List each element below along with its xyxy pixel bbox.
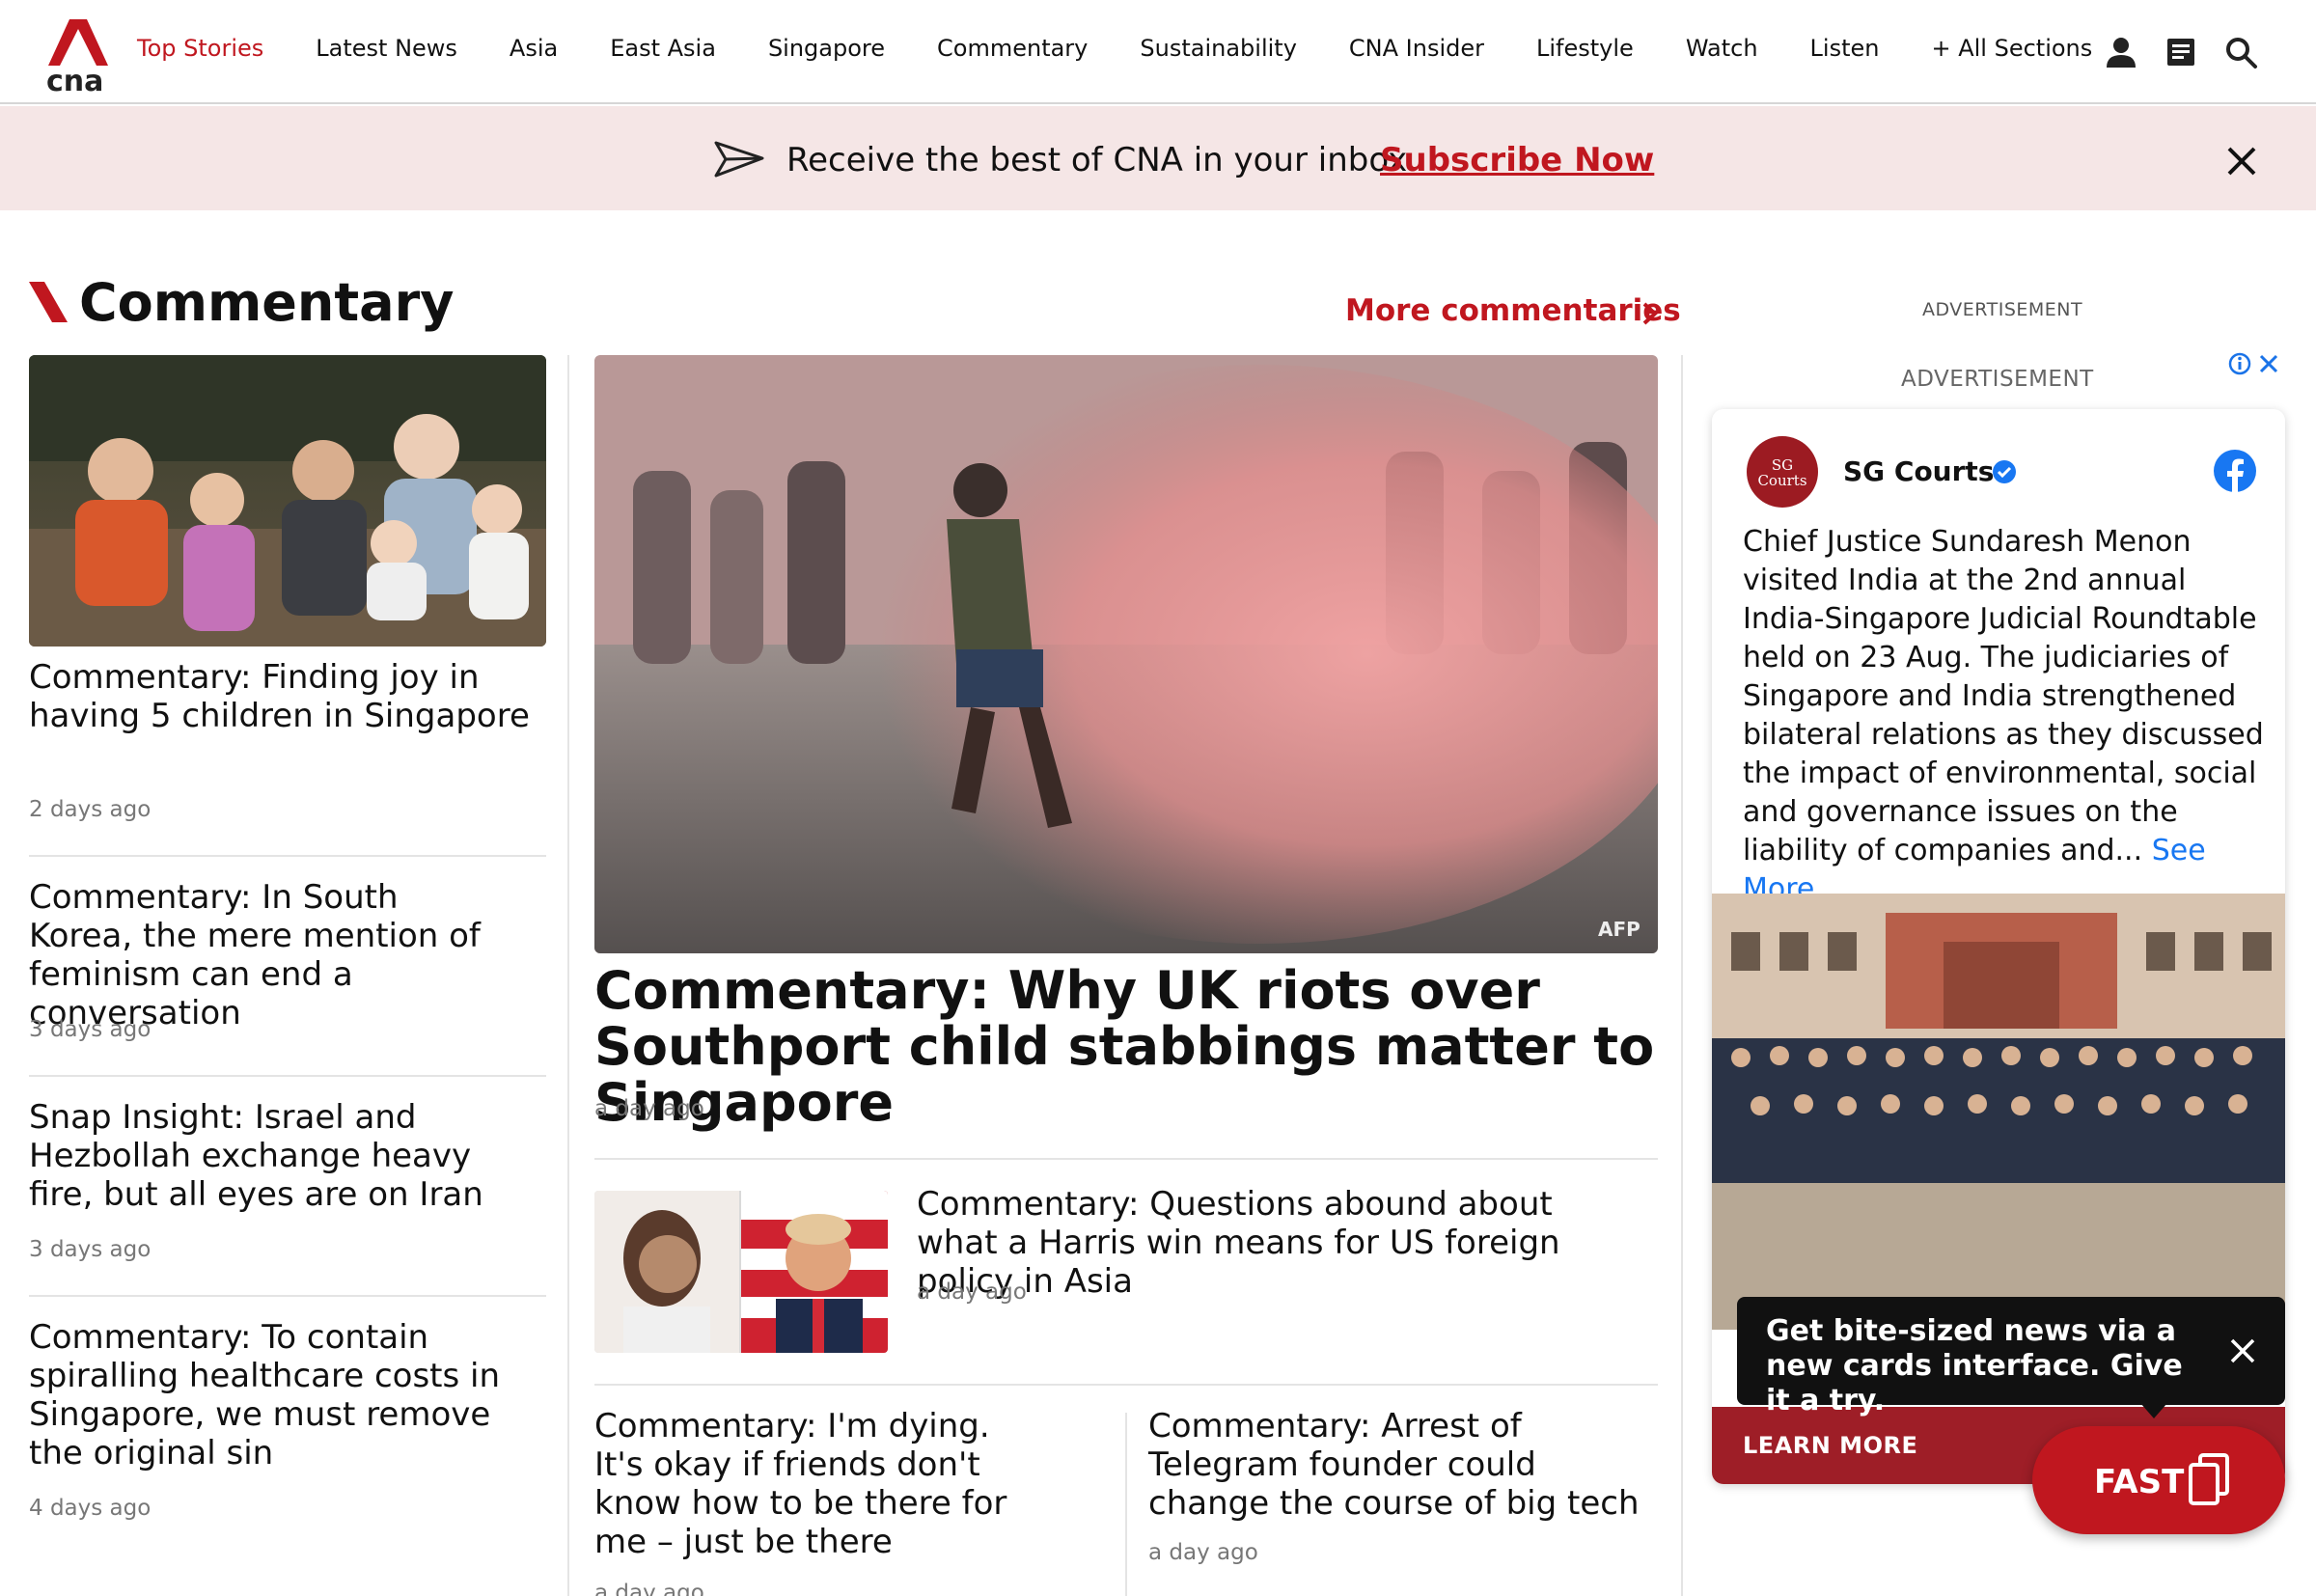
bottom-story-time-1: a day ago <box>594 1581 704 1596</box>
banner-text: Receive the best of CNA in your inbox <box>786 141 1408 179</box>
story-title-4[interactable]: Commentary: To contain spiralling health… <box>29 1318 511 1472</box>
story-time-1: 2 days ago <box>29 797 152 822</box>
story-image-family[interactable] <box>29 355 546 647</box>
story-time-3: 3 days ago <box>29 1237 152 1262</box>
advertisement-label-inner: ADVERTISEMENT <box>1901 367 2094 392</box>
tooltip-close-icon[interactable] <box>2229 1337 2256 1364</box>
search-icon[interactable] <box>2223 35 2258 69</box>
advertisement-label: ADVERTISEMENT <box>1922 299 2083 320</box>
subscribe-now-link[interactable]: Subscribe Now <box>1380 141 1654 179</box>
story-title-3[interactable]: Snap Insight: Israel and Hezbollah excha… <box>29 1098 511 1214</box>
divider <box>594 1384 1658 1386</box>
nav-latest-news[interactable]: Latest News <box>316 35 457 62</box>
main-story-title[interactable]: Commentary: Why UK riots over Southport … <box>594 963 1658 1131</box>
sg-courts-avatar: SG Courts <box>1747 436 1818 508</box>
site-header: cna Top Stories Latest News Asia East As… <box>0 0 2316 104</box>
ad-page-name[interactable]: SG Courts <box>1843 455 1994 487</box>
nav-asia[interactable]: Asia <box>510 35 558 62</box>
divider <box>29 1075 546 1077</box>
nav-sustainability[interactable]: Sustainability <box>1140 35 1297 62</box>
fast-tooltip: Get bite-sized news via a new cards inte… <box>1737 1297 2285 1418</box>
story-title-2[interactable]: Commentary: In South Korea, the mere men… <box>29 878 492 1032</box>
nav-top-stories[interactable]: Top Stories <box>137 35 263 62</box>
more-commentaries-link[interactable]: More commentaries <box>1345 293 1681 328</box>
nav-watch[interactable]: Watch <box>1686 35 1758 62</box>
bottom-story-time-2: a day ago <box>1148 1540 1258 1565</box>
ad-body-text: Chief Justice Sundaresh Menon visited In… <box>1743 523 2264 909</box>
story-time-4: 4 days ago <box>29 1496 152 1521</box>
user-icon[interactable] <box>2104 35 2138 69</box>
fast-button-label: FAST <box>2094 1463 2185 1501</box>
bottom-story-title-2[interactable]: Commentary: Arrest of Telegram founder c… <box>1148 1407 1640 1523</box>
story-time-2: 3 days ago <box>29 1017 152 1042</box>
ad-info-icon[interactable] <box>2227 351 2252 376</box>
subscribe-banner: Receive the best of CNA in your inbox Su… <box>0 106 2316 210</box>
nav-listen[interactable]: Listen <box>1810 35 1880 62</box>
tooltip-arrow <box>2140 1403 2167 1418</box>
ad-group-photo[interactable] <box>1712 894 2285 1330</box>
mid-story-time: a day ago <box>917 1280 1027 1305</box>
divider <box>29 1295 546 1297</box>
close-icon[interactable] <box>2225 145 2258 178</box>
nav-commentary[interactable]: Commentary <box>937 35 1088 62</box>
verified-badge-icon <box>1993 460 2016 483</box>
divider <box>594 1158 1658 1160</box>
mid-story-image[interactable] <box>594 1191 888 1353</box>
paper-plane-icon <box>714 141 764 178</box>
main-nav: Top Stories Latest News Asia East Asia S… <box>137 35 2092 62</box>
divider <box>29 855 546 857</box>
section-mark-icon <box>29 282 68 322</box>
fast-button[interactable]: FAST <box>2032 1426 2285 1534</box>
column-divider <box>1681 355 1683 1596</box>
column-divider <box>567 355 569 1596</box>
newsletter-icon[interactable] <box>2164 35 2198 69</box>
cna-logo[interactable]: cna <box>44 19 112 93</box>
facebook-icon[interactable] <box>2214 450 2256 492</box>
logo-text: cna <box>46 65 103 93</box>
column-divider <box>1125 1413 1127 1596</box>
nav-lifestyle[interactable]: Lifestyle <box>1536 35 1634 62</box>
story-title-1[interactable]: Commentary: Finding joy in having 5 chil… <box>29 658 531 735</box>
cards-icon <box>2189 1453 2229 1505</box>
nav-east-asia[interactable]: East Asia <box>610 35 716 62</box>
main-story-time: a day ago <box>594 1096 704 1121</box>
ad-close-icon[interactable] <box>2258 353 2279 374</box>
main-story-image[interactable]: AFP <box>594 355 1658 953</box>
nav-cna-insider[interactable]: CNA Insider <box>1349 35 1484 62</box>
bottom-story-title-1[interactable]: Commentary: I'm dying. It's okay if frie… <box>594 1407 1038 1561</box>
photo-credit: AFP <box>1598 918 1640 941</box>
section-title: Commentary <box>79 272 455 333</box>
nav-singapore[interactable]: Singapore <box>768 35 885 62</box>
nav-all-sections[interactable]: + All Sections <box>1931 35 2092 62</box>
chevron-right-icon[interactable] <box>1640 301 1660 326</box>
ad-body-copy: Chief Justice Sundaresh Menon visited In… <box>1743 525 2264 867</box>
